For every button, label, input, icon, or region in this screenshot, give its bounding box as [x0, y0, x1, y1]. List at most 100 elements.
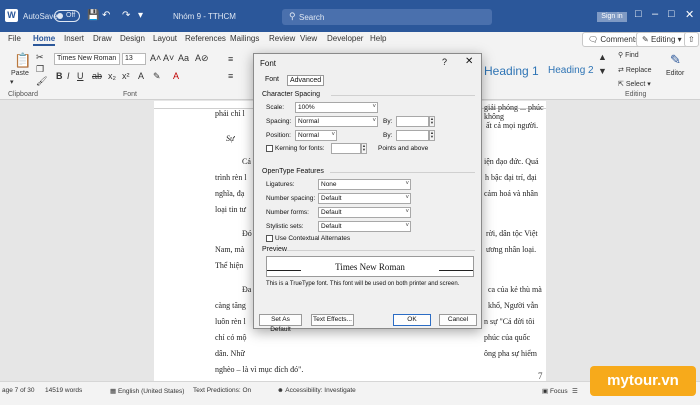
contextual-alternates-checkbox[interactable] — [266, 235, 273, 242]
word-count[interactable]: 14519 words — [45, 387, 82, 394]
number-forms-select[interactable]: Default ˅ — [318, 207, 411, 218]
language-status[interactable]: ▦ English (United States) — [110, 387, 184, 395]
tab-developer[interactable]: Developer — [327, 34, 363, 43]
doc-line: phải chỉ l — [215, 109, 245, 118]
maximize-icon[interactable]: □ — [668, 8, 675, 20]
change-case-icon[interactable]: Aa — [178, 53, 189, 63]
doc-line: Đa — [242, 285, 252, 294]
tab-layout[interactable]: Layout — [153, 34, 177, 43]
page-count[interactable]: age 7 of 30 — [2, 387, 35, 394]
tab-help[interactable]: Help — [370, 34, 386, 43]
toggle-knob — [57, 13, 63, 19]
set-as-default-button[interactable]: Set As Default — [259, 314, 302, 333]
copy-icon[interactable]: ❐ — [36, 64, 44, 75]
cut-icon[interactable]: ✂ — [36, 52, 44, 63]
underline-icon[interactable]: U — [77, 71, 84, 81]
ligatures-label: Ligatures: — [266, 181, 295, 188]
paste-label[interactable]: Paste — [11, 70, 29, 77]
shrink-font-icon[interactable]: A˅ — [163, 53, 174, 63]
grow-font-icon[interactable]: A˄ — [150, 53, 161, 63]
tab-view[interactable]: View — [300, 34, 317, 43]
accessibility-status[interactable]: ☻ Accessibility: Investigate — [277, 387, 356, 394]
autosave-toggle[interactable]: Off — [54, 10, 80, 22]
editor-label[interactable]: Editor — [666, 70, 684, 77]
select-button[interactable]: ⇱ Select ▾ — [618, 80, 651, 88]
text-effects-icon[interactable]: A — [138, 71, 144, 81]
tab-review[interactable]: Review — [269, 34, 295, 43]
tab-home[interactable]: Home — [33, 34, 56, 46]
tab-advanced[interactable]: Advanced — [287, 75, 325, 86]
text-predictions-status[interactable]: Text Predictions: On — [193, 387, 251, 394]
tab-design[interactable]: Design — [120, 34, 145, 43]
doc-line: chỉ có mộ — [215, 333, 247, 342]
number-spacing-select[interactable]: Default ˅ — [318, 193, 411, 204]
tab-file[interactable]: File — [8, 34, 21, 43]
editor-icon[interactable]: ✎ — [670, 52, 681, 68]
clear-formatting-icon[interactable]: A⊘ — [195, 53, 209, 64]
share-button[interactable]: ⇧ — [684, 32, 699, 47]
focus-button[interactable]: ▣ Focus — [542, 387, 568, 395]
dialog-close-icon[interactable]: ✕ — [465, 56, 473, 67]
close-icon[interactable]: ✕ — [685, 8, 694, 21]
strikethrough-icon[interactable]: ab — [92, 71, 102, 81]
undo-icon[interactable]: ↶ — [102, 10, 110, 21]
cancel-button[interactable]: Cancel — [439, 314, 477, 326]
spacing-by-input[interactable] — [396, 116, 429, 127]
customize-quick-access-icon[interactable]: ▾ — [138, 10, 143, 21]
chevron-down-icon: ˅ — [331, 132, 335, 138]
doc-line: cảm hoá và nhân — [484, 189, 538, 198]
format-painter-icon[interactable]: 🖌 — [36, 76, 47, 87]
help-icon[interactable]: ? — [442, 57, 447, 67]
font-name-combo[interactable]: Times New Roman — [54, 53, 120, 65]
style-heading-1[interactable]: Heading 1 — [484, 64, 539, 78]
scale-select[interactable]: 100% ˅ — [295, 102, 378, 113]
tab-references[interactable]: References — [185, 34, 226, 43]
ok-button[interactable]: OK — [393, 314, 431, 326]
kerning-input[interactable] — [331, 143, 361, 154]
sign-in-button[interactable]: Sign in — [597, 12, 627, 22]
bold-icon[interactable]: B — [56, 71, 63, 81]
editing-mode-button[interactable]: ✎ Editing ▾ — [636, 32, 688, 47]
ligatures-select[interactable]: None ˅ — [318, 179, 411, 190]
font-color-icon[interactable]: A — [173, 71, 179, 81]
doc-line: càng tăng — [215, 301, 246, 310]
superscript-icon[interactable]: x² — [122, 71, 130, 81]
highlight-icon[interactable]: ✎ — [153, 71, 161, 82]
tab-insert[interactable]: Insert — [64, 34, 84, 43]
italic-icon[interactable]: I — [67, 71, 70, 81]
styles-scroll-down-icon[interactable]: ▼ — [598, 66, 607, 76]
position-by-input[interactable] — [396, 130, 429, 141]
read-mode-icon[interactable]: ☰ — [572, 387, 578, 395]
tab-font[interactable]: Font — [265, 76, 279, 83]
find-label: Find — [625, 52, 639, 59]
subscript-icon[interactable]: x₂ — [108, 71, 116, 81]
character-spacing-header: Character Spacing — [262, 91, 320, 98]
position-select[interactable]: Normal ˅ — [295, 130, 337, 141]
stylistic-sets-select[interactable]: Default ˅ — [318, 221, 411, 232]
ribbon-display-icon[interactable]: □ — [635, 8, 642, 20]
search-placeholder: Search — [299, 13, 325, 22]
minimize-icon[interactable]: – — [652, 8, 658, 20]
align-left-icon[interactable]: ≡ — [228, 71, 233, 81]
position-by-spinner[interactable]: ▲ ▼ — [429, 130, 435, 141]
styles-scroll-up-icon[interactable]: ▲ — [598, 52, 607, 62]
save-icon[interactable]: 💾 — [87, 10, 99, 21]
font-size-combo[interactable]: 13 — [122, 53, 146, 65]
kerning-spinner[interactable]: ▲ ▼ — [361, 143, 367, 154]
spacing-select[interactable]: Normal ˅ — [295, 116, 378, 127]
style-heading-2[interactable]: Heading 2 — [548, 65, 594, 76]
paste-options-icon[interactable]: ▾ — [10, 78, 14, 86]
language-label: English (United States) — [117, 388, 185, 395]
spacing-by-spinner[interactable]: ▲ ▼ — [429, 116, 435, 127]
editing-group-label: Editing — [625, 91, 647, 98]
paste-icon[interactable]: 📋 — [14, 52, 31, 69]
bullets-icon[interactable]: ≡ — [228, 54, 233, 64]
tab-draw[interactable]: Draw — [93, 34, 112, 43]
kerning-checkbox[interactable] — [266, 145, 273, 152]
replace-button[interactable]: ⇄ Replace — [618, 66, 652, 74]
redo-icon[interactable]: ↷ — [122, 10, 130, 21]
text-effects-button[interactable]: Text Effects... — [311, 314, 354, 326]
tab-mailings[interactable]: Mailings — [230, 34, 259, 43]
find-button[interactable]: ⚲ Find — [618, 51, 639, 59]
search-box[interactable]: ⚲ Search — [282, 9, 492, 25]
